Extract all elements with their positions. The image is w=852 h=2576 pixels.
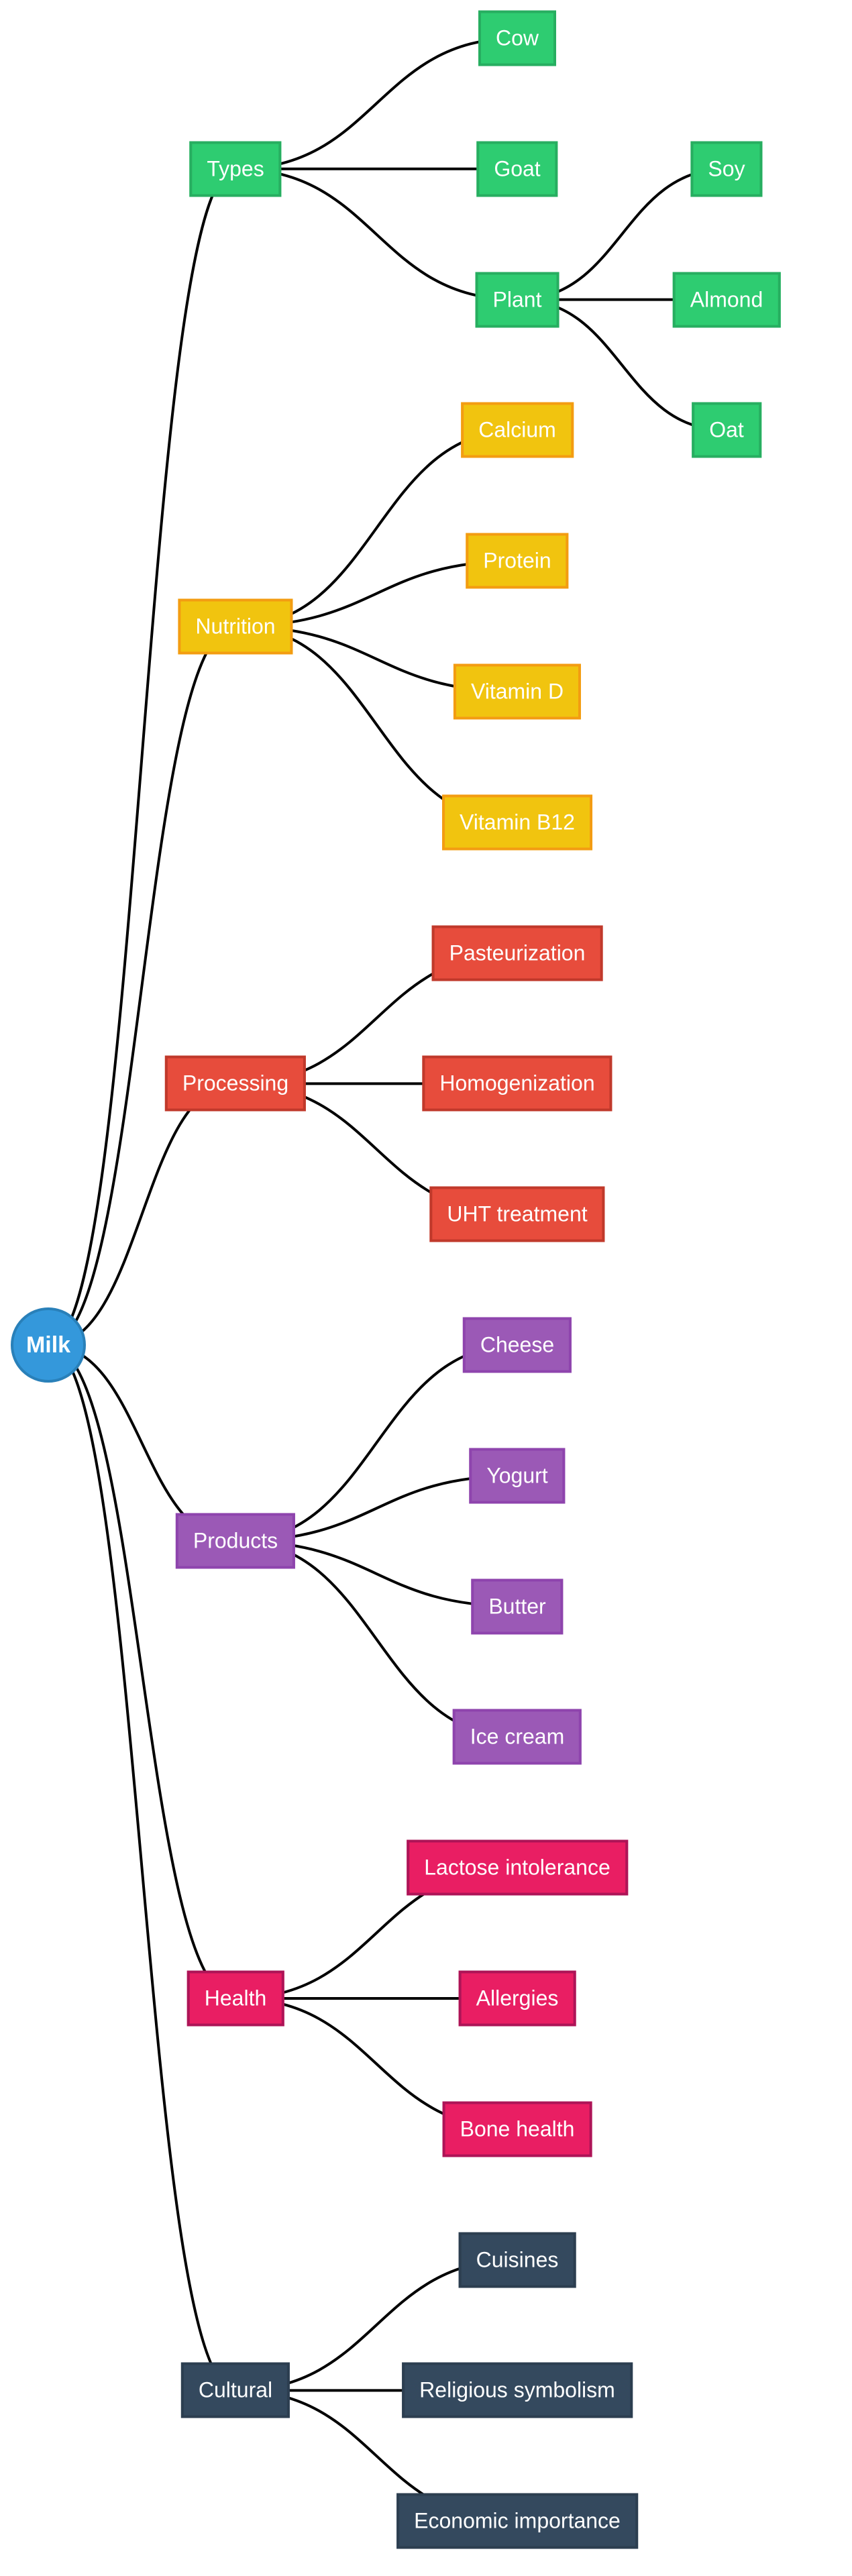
node-cultural[interactable]: Cultural	[180, 2362, 290, 2418]
node-label: Vitamin B12	[460, 810, 575, 835]
node-label: Plant	[492, 287, 542, 312]
node-soy[interactable]: Soy	[690, 141, 763, 197]
node-lactose-intolerance[interactable]: Lactose intolerance	[407, 1839, 628, 1896]
node-vitamin-d[interactable]: Vitamin D	[453, 663, 582, 720]
node-cow[interactable]: Cow	[478, 10, 557, 66]
node-label: Cheese	[480, 1332, 555, 1357]
node-cheese[interactable]: Cheese	[462, 1317, 572, 1373]
node-uht-treatment[interactable]: UHT treatment	[429, 1186, 605, 1242]
node-vitamin-b12[interactable]: Vitamin B12	[442, 794, 592, 851]
node-label: Almond	[690, 287, 763, 312]
node-label: Cow	[495, 25, 539, 50]
link-to-calcium	[235, 429, 518, 628]
link-to-vitamin-b12	[235, 625, 518, 824]
node-label: Butter	[488, 1594, 546, 1619]
node-health[interactable]: Health	[187, 1970, 284, 2027]
node-allergies[interactable]: Allergies	[458, 1970, 576, 2027]
node-economic-importance[interactable]: Economic importance	[396, 2493, 638, 2549]
node-homogenization[interactable]: Homogenization	[422, 1055, 613, 1112]
node-label: Oat	[709, 417, 744, 442]
link-to-nutrition	[48, 625, 236, 1346]
links-layer	[48, 37, 727, 2523]
node-label: Bone health	[460, 2116, 575, 2141]
node-label: Milk	[25, 1332, 71, 1358]
node-label: UHT treatment	[447, 1201, 588, 1226]
node-label: Goat	[494, 156, 541, 181]
node-label: Vitamin D	[470, 679, 564, 704]
node-products[interactable]: Products	[175, 1513, 296, 1569]
node-calcium[interactable]: Calcium	[461, 402, 574, 458]
node-label: Ice cream	[470, 1724, 565, 1749]
node-label: Yogurt	[486, 1463, 548, 1488]
node-label: Lactose intolerance	[424, 1855, 610, 1880]
node-bone-health[interactable]: Bone health	[442, 2101, 592, 2157]
node-label: Nutrition	[195, 614, 276, 639]
node-yogurt[interactable]: Yogurt	[469, 1448, 566, 1504]
node-label: Calcium	[478, 417, 556, 442]
node-ice-cream[interactable]: Ice cream	[452, 1709, 582, 1765]
link-to-cultural	[48, 1344, 236, 2392]
node-label: Protein	[483, 548, 551, 573]
node-plant[interactable]: Plant	[475, 272, 560, 328]
node-label: Products	[193, 1528, 278, 1553]
node-oat[interactable]: Oat	[692, 402, 761, 458]
link-to-cheese	[235, 1344, 518, 1543]
node-protein[interactable]: Protein	[466, 533, 569, 589]
root-node-milk[interactable]: Milk	[11, 1307, 86, 1383]
node-label: Types	[207, 156, 264, 181]
node-nutrition[interactable]: Nutrition	[178, 598, 293, 655]
link-to-products	[48, 1344, 236, 1543]
node-types[interactable]: Types	[189, 141, 282, 197]
node-label: Economic importance	[414, 2508, 621, 2533]
node-almond[interactable]: Almond	[672, 272, 781, 328]
node-butter[interactable]: Butter	[471, 1578, 564, 1635]
node-label: Soy	[708, 156, 745, 181]
link-to-types	[48, 167, 236, 1346]
node-pasteurization[interactable]: Pasteurization	[431, 925, 603, 981]
node-label: Cuisines	[476, 2247, 559, 2272]
node-label: Homogenization	[439, 1071, 595, 1095]
node-religious-symbolism[interactable]: Religious symbolism	[402, 2362, 633, 2418]
node-label: Religious symbolism	[419, 2377, 615, 2402]
node-label: Cultural	[198, 2377, 273, 2402]
node-label: Pasteurization	[449, 941, 586, 965]
node-label: Processing	[182, 1071, 289, 1095]
node-label: Health	[204, 1986, 267, 2010]
link-to-ice-cream	[235, 1540, 518, 1739]
node-processing[interactable]: Processing	[164, 1055, 307, 1112]
node-cuisines[interactable]: Cuisines	[458, 2232, 576, 2288]
node-label: Allergies	[476, 1986, 559, 2010]
node-goat[interactable]: Goat	[476, 141, 558, 197]
